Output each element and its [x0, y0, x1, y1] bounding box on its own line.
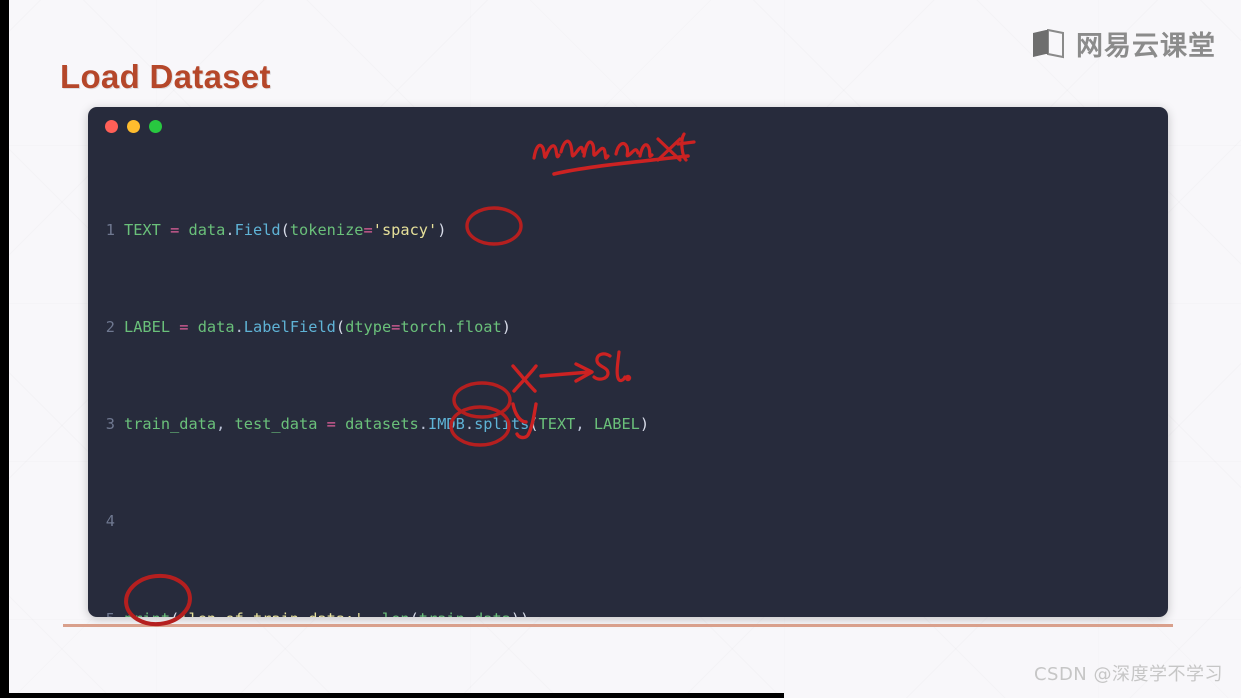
- line-text: [124, 509, 1168, 533]
- maximize-button[interactable]: [149, 119, 162, 133]
- line-number: 5: [98, 607, 124, 617]
- separator-rule: [63, 624, 1173, 627]
- brand-logo: 网易云课堂: [1032, 24, 1216, 63]
- code-line: 3 train_data, test_data = datasets.IMDB.…: [98, 412, 1168, 436]
- line-number: 1: [105, 220, 115, 239]
- code-window-titlebar: [88, 107, 1168, 145]
- line-text: train_data, test_data = datasets.IMDB.sp…: [124, 415, 650, 434]
- line-text: LABEL = data.LabelField(dtype=torch.floa…: [124, 318, 511, 337]
- code-line: 4: [98, 509, 1168, 533]
- open-book-icon: [1033, 28, 1064, 58]
- line-number: 2: [105, 318, 115, 337]
- minimize-button[interactable]: [127, 119, 140, 133]
- page-title: Load Dataset: [60, 58, 271, 95]
- line-text: TEXT = data.Field(tokenize='spacy'): [124, 220, 447, 239]
- brand-name: 网易云课堂: [1076, 31, 1216, 62]
- code-line: 2 LABEL = data.LabelField(dtype=torch.fl…: [98, 315, 1168, 339]
- line-number: 3: [105, 415, 115, 434]
- close-button[interactable]: [105, 119, 118, 133]
- slide-canvas: 网易云课堂 Load Dataset 1 TEXT = data.Field(t…: [0, 0, 1241, 698]
- line-text: print('len of train data:', len(train_da…: [124, 607, 1168, 617]
- left-edge-strip: [0, 0, 9, 698]
- code-content: 1 TEXT = data.Field(tokenize='spacy') 2 …: [88, 145, 1168, 617]
- code-line: 5 print('len of train data:', len(train_…: [98, 607, 1168, 617]
- csdn-watermark: CSDN @深度学不学习: [1033, 664, 1223, 685]
- line-number: 4: [105, 512, 115, 531]
- bottom-black-bar: [0, 693, 784, 698]
- code-window: 1 TEXT = data.Field(tokenize='spacy') 2 …: [88, 107, 1168, 617]
- code-line: 1 TEXT = data.Field(tokenize='spacy'): [98, 218, 1168, 242]
